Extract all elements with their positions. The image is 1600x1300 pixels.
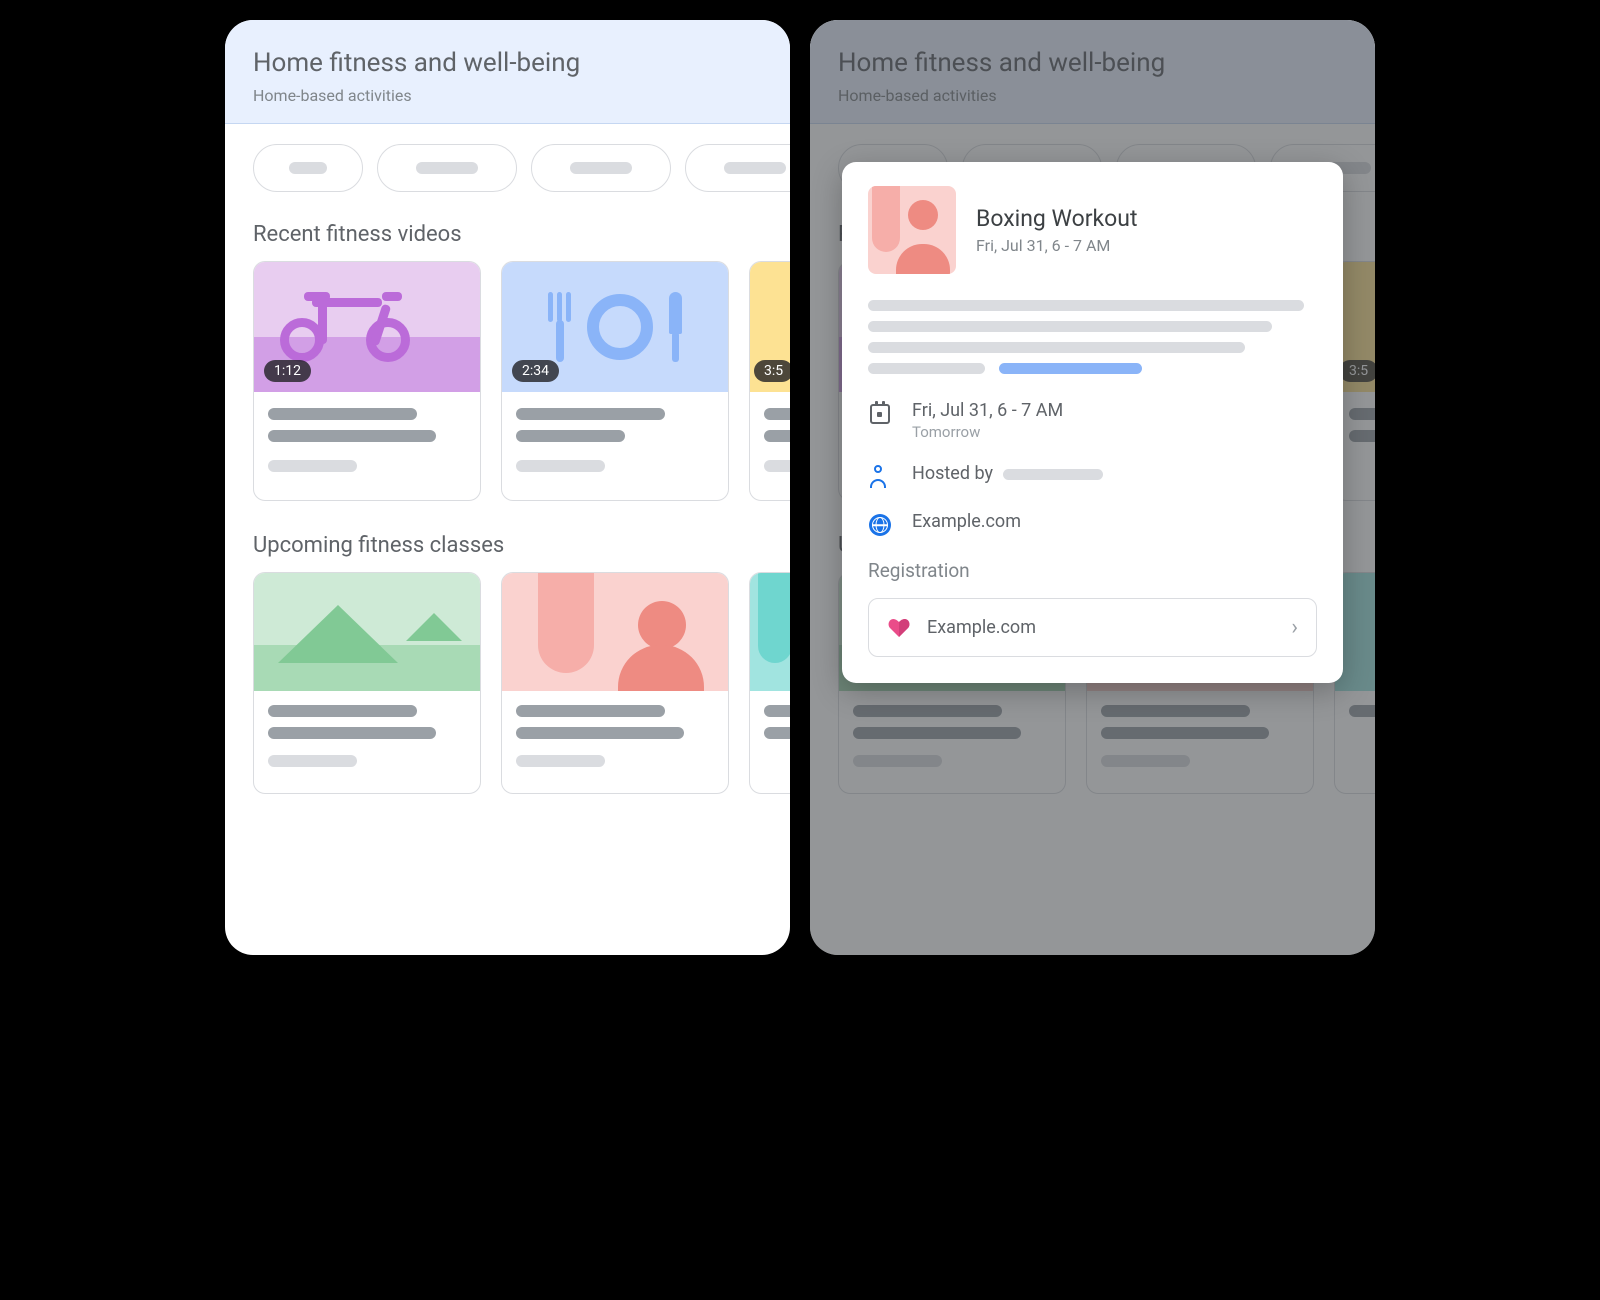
person-outline-icon xyxy=(868,465,892,489)
bike-icon: 1:12 xyxy=(254,262,480,392)
event-thumb xyxy=(868,186,956,274)
page-title: Home fitness and well-being xyxy=(253,48,762,78)
video-card-body xyxy=(750,392,790,500)
event-host-row: Hosted by xyxy=(868,463,1317,489)
event-website-row[interactable]: Example.com xyxy=(868,511,1317,537)
registration-site: Example.com xyxy=(927,617,1275,638)
globe-icon xyxy=(868,513,892,537)
host-name-placeholder xyxy=(1003,469,1103,480)
duration-badge: 1:12 xyxy=(264,360,311,382)
sheet-header: Boxing Workout Fri, Jul 31, 6 - 7 AM xyxy=(868,186,1317,274)
hosted-by-label: Hosted by xyxy=(912,463,1103,484)
heart-icon xyxy=(887,616,911,640)
event-detail-sheet: Boxing Workout Fri, Jul 31, 6 - 7 AM Fri… xyxy=(842,162,1343,683)
event-description xyxy=(868,300,1317,374)
class-card-body xyxy=(750,691,790,765)
class-thumb xyxy=(750,573,790,691)
registration-label: Registration xyxy=(868,559,1317,582)
section-title-videos: Recent fitness videos xyxy=(225,212,790,261)
class-card[interactable] xyxy=(253,572,481,794)
page-header: Home fitness and well-being Home-based a… xyxy=(225,20,790,124)
event-datetime-row: Fri, Jul 31, 6 - 7 AM Tomorrow xyxy=(868,400,1317,441)
video-thumb: 3:5 xyxy=(750,262,790,392)
calendar-icon xyxy=(868,402,892,426)
class-card[interactable] xyxy=(501,572,729,794)
videos-row: 1:12 2:34 3:5 xyxy=(225,261,790,501)
video-card[interactable]: 1:12 xyxy=(253,261,481,501)
filter-chip[interactable] xyxy=(685,144,790,192)
filter-chip[interactable] xyxy=(531,144,671,192)
classes-row xyxy=(225,572,790,794)
section-title-classes: Upcoming fitness classes xyxy=(225,523,790,572)
class-card-body xyxy=(254,691,480,793)
video-card[interactable]: 3:5 xyxy=(749,261,790,501)
duration-badge: 2:34 xyxy=(512,360,559,382)
chevron-right-icon: › xyxy=(1291,615,1298,640)
event-datetime: Fri, Jul 31, 6 - 7 AM xyxy=(912,400,1063,421)
hosted-by-text: Hosted by xyxy=(912,463,993,484)
event-title: Boxing Workout xyxy=(976,205,1137,232)
duration-badge: 3:5 xyxy=(754,360,790,382)
phone-left: Home fitness and well-being Home-based a… xyxy=(225,20,790,955)
filter-chip[interactable] xyxy=(253,144,363,192)
landscape-icon xyxy=(254,573,480,691)
event-subtitle: Fri, Jul 31, 6 - 7 AM xyxy=(976,236,1137,255)
class-card[interactable] xyxy=(749,572,790,794)
video-card-body xyxy=(502,392,728,500)
video-card-body xyxy=(254,392,480,500)
video-card[interactable]: 2:34 xyxy=(501,261,729,501)
registration-link[interactable]: Example.com › xyxy=(868,598,1317,657)
phone-right: Home fitness and well-being Home-based a… xyxy=(810,20,1375,955)
event-website: Example.com xyxy=(912,511,1021,532)
class-card-body xyxy=(502,691,728,793)
filter-chips-row xyxy=(225,124,790,212)
person-icon xyxy=(502,573,728,691)
filter-chip[interactable] xyxy=(377,144,517,192)
page-subtitle: Home-based activities xyxy=(253,86,762,105)
event-relative-date: Tomorrow xyxy=(912,423,1063,441)
meal-icon: 2:34 xyxy=(502,262,728,392)
